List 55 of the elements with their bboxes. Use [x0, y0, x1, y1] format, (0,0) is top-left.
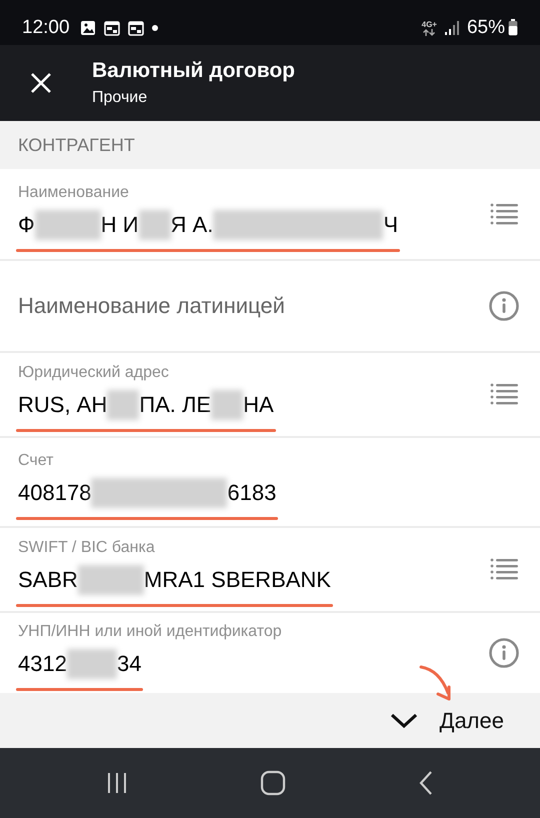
- recent-apps-icon[interactable]: [106, 771, 128, 796]
- blurred-text: [66, 648, 117, 679]
- field-label: Счет: [18, 452, 54, 470]
- blurred-text: [211, 390, 244, 420]
- field-value: Ф: [18, 212, 35, 238]
- field-value: 408178: [18, 480, 92, 506]
- field-value: Ч: [383, 212, 398, 238]
- signal-icon: [444, 20, 459, 35]
- field-label: Наименование: [18, 184, 129, 202]
- next-button[interactable]: Далее: [390, 708, 504, 734]
- field-value: SABR: [18, 567, 78, 594]
- blurred-text: [78, 565, 144, 596]
- field-value: 34: [116, 650, 142, 677]
- battery-percent: 65%: [466, 16, 505, 39]
- chevron-down-icon: [390, 712, 418, 729]
- field-placeholder: Наименование латиницей: [18, 292, 285, 319]
- home-icon[interactable]: [260, 770, 286, 796]
- form-field[interactable]: SWIFT / BIC банка SABR MRA1 SBERBANK: [0, 528, 540, 613]
- blurred-text: [107, 390, 140, 420]
- field-value: НА: [243, 392, 274, 418]
- blurred-text: [34, 210, 101, 240]
- screen-title: Валютный договор: [92, 58, 295, 83]
- field-label: SWIFT / BIC банка: [18, 539, 155, 558]
- dot-icon: [152, 24, 158, 31]
- screen-subtitle: Прочие: [92, 88, 148, 107]
- list-icon[interactable]: [490, 383, 518, 406]
- back-icon[interactable]: [418, 770, 434, 796]
- form-field[interactable]: Наименование Ф Н И Я А. Ч: [0, 168, 540, 261]
- section-header: КОНТРАГЕНТ: [18, 134, 135, 156]
- field-value: RUS, АН: [18, 392, 108, 418]
- form-field[interactable]: Счет 408178 6183: [0, 438, 540, 528]
- info-icon[interactable]: [489, 638, 519, 668]
- network-type: 4G+: [422, 20, 437, 29]
- field-label: УНП/ИНН или иной идентификатор: [18, 622, 282, 641]
- data-arrows-icon: [422, 28, 436, 36]
- field-value: ПА. ЛЕ: [139, 392, 212, 418]
- list-icon[interactable]: [490, 558, 518, 580]
- form-field[interactable]: УНП/ИНН или иной идентификатор 4312 34: [0, 612, 540, 693]
- field-value: 4312: [18, 650, 67, 677]
- form-field[interactable]: Юридический адрес RUS, АН ПА. ЛЕ НА: [0, 352, 540, 438]
- calendar-icon: [128, 20, 144, 36]
- blurred-text: [138, 210, 171, 240]
- field-value: Н И: [100, 212, 139, 238]
- form-field[interactable]: Наименование латиницей: [0, 260, 540, 353]
- info-icon[interactable]: [489, 290, 519, 321]
- image-icon: [80, 20, 96, 36]
- calendar-icon: [104, 20, 120, 36]
- battery-icon: [508, 19, 518, 36]
- close-icon: [30, 72, 52, 94]
- status-time: 12:00: [22, 16, 70, 39]
- field-label: Юридический адрес: [18, 364, 169, 382]
- field-value: MRA1 SBERBANK: [144, 567, 331, 594]
- field-value: Я А.: [170, 212, 214, 238]
- field-value: 6183: [227, 480, 276, 506]
- list-icon[interactable]: [490, 202, 518, 225]
